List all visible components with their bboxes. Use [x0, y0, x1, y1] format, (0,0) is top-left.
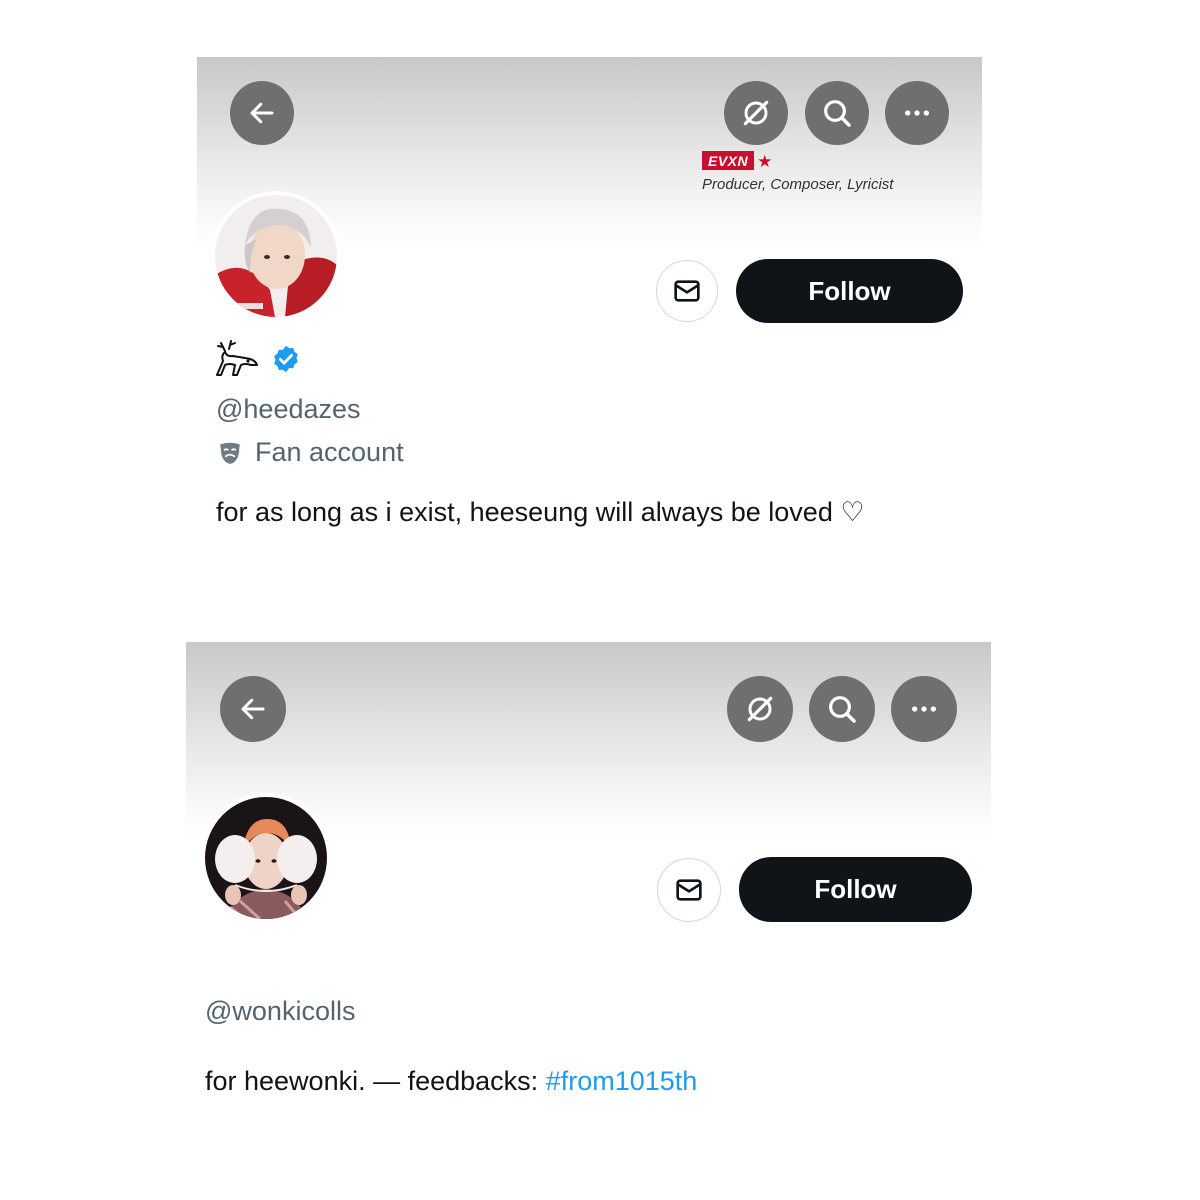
envelope-icon — [674, 280, 700, 302]
more-button[interactable] — [885, 81, 949, 145]
avatar[interactable] — [211, 191, 341, 321]
sponsor-subtitle: Producer, Composer, Lyricist — [702, 176, 894, 193]
search-button[interactable] — [805, 81, 869, 145]
star-icon: ★ — [757, 152, 773, 171]
hashtag-link[interactable]: #from1015th — [546, 1066, 698, 1096]
search-icon — [829, 696, 856, 723]
grok-button[interactable] — [724, 81, 788, 145]
message-button[interactable] — [656, 260, 718, 322]
deer-emoji-icon — [216, 340, 258, 376]
sponsor-label: EVXN ★ Producer, Composer, Lyricist — [702, 151, 942, 193]
search-icon — [824, 100, 851, 127]
profile-handle: @heedazes — [216, 394, 361, 424]
verified-badge-icon — [274, 345, 298, 373]
follow-button[interactable]: Follow — [736, 259, 963, 323]
follow-button[interactable]: Follow — [739, 857, 972, 922]
back-button[interactable] — [230, 81, 294, 145]
back-button[interactable] — [220, 676, 286, 742]
profile-card-wonkicolls: Follow @wonkicolls for heewonki. — feedb… — [186, 642, 991, 1112]
arrow-left-icon — [250, 102, 274, 124]
performing-arts-icon — [220, 442, 240, 464]
category-label: Fan account — [255, 437, 404, 467]
avatar[interactable] — [201, 793, 331, 923]
sponsor-tag: EVXN — [702, 151, 755, 170]
more-button[interactable] — [891, 676, 957, 742]
more-icon — [912, 706, 936, 712]
bio-text: for heewonki. — feedbacks: — [205, 1066, 546, 1096]
profile-category: Fan account — [217, 437, 404, 468]
display-name-row — [215, 339, 301, 379]
envelope-icon — [676, 879, 702, 901]
grok-icon — [747, 696, 773, 722]
message-button[interactable] — [657, 858, 721, 922]
profile-bio: for heewonki. — feedbacks: #from1015th — [205, 1066, 697, 1097]
more-icon — [905, 110, 929, 116]
profile-bio: for as long as i exist, heeseung will al… — [216, 497, 865, 527]
profile-card-heedazes: EVXN ★ Producer, Composer, Lyricist Follo… — [197, 57, 982, 557]
grok-icon — [743, 100, 769, 126]
grok-button[interactable] — [727, 676, 793, 742]
arrow-left-icon — [241, 698, 265, 720]
profile-handle: @wonkicolls — [205, 996, 356, 1026]
search-button[interactable] — [809, 676, 875, 742]
